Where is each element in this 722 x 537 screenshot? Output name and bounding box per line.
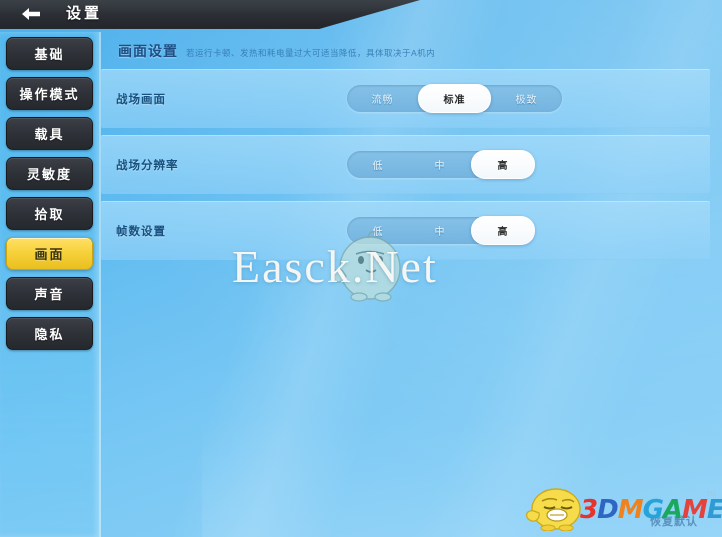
option-label: 中 — [434, 227, 446, 238]
sidebar-item-vehicle[interactable]: 载具 — [6, 117, 93, 150]
panel-header: 画面设置 若运行卡顿、发热和耗电量过大可适当降低，具体取决于A机内 — [118, 41, 716, 61]
option-smooth[interactable]: 流畅 — [347, 85, 418, 112]
option-label: 极致 — [515, 95, 538, 106]
logo-trademark: TM — [705, 491, 716, 498]
sidebar-item-sensitivity[interactable]: 灵敏度 — [6, 157, 93, 190]
option-label: 中 — [434, 161, 446, 172]
setting-label: 战场分辨率 — [116, 159, 179, 172]
option-standard[interactable]: 标准 — [418, 84, 491, 113]
sidebar-item-label: 基础 — [34, 47, 65, 62]
logo-letter: E — [706, 495, 722, 525]
logo-letter: D — [597, 495, 619, 525]
sidebar-item-sound[interactable]: 声音 — [6, 277, 93, 310]
logo-letter: G — [642, 495, 664, 525]
option-medium[interactable]: 中 — [409, 217, 471, 244]
segmented-control-battlefield-resolution: 低 中 高 — [347, 150, 535, 179]
sidebar-item-control-mode[interactable]: 操作模式 — [6, 77, 93, 110]
sidebar-item-label: 载具 — [34, 127, 65, 142]
setting-label: 帧数设置 — [116, 225, 166, 238]
sidebar: 基础 操作模式 载具 灵敏度 拾取 画面 声音 隐私 — [0, 32, 101, 537]
logo-letter: 3 — [580, 495, 598, 525]
setting-row-frame-rate: 帧数设置 低 中 高 — [101, 201, 710, 260]
sidebar-item-pickup[interactable]: 拾取 — [6, 197, 93, 230]
option-label: 低 — [372, 227, 384, 238]
site-logo: 3DMGAME TM — [522, 483, 722, 533]
option-label: 高 — [497, 161, 509, 172]
option-label: 流畅 — [371, 95, 394, 106]
sidebar-item-label: 隐私 — [34, 327, 65, 342]
segmented-control-frame-rate: 低 中 高 — [347, 216, 535, 245]
logo-letter: A — [662, 495, 683, 525]
sidebar-item-basic[interactable]: 基础 — [6, 37, 93, 70]
sidebar-item-label: 操作模式 — [19, 87, 80, 102]
main-content: 画面设置 若运行卡顿、发热和耗电量过大可适当降低，具体取决于A机内 战场画面 流… — [101, 32, 722, 537]
panel-title: 画面设置 — [118, 43, 178, 59]
site-logo-text: 3DMGAME — [580, 495, 722, 525]
segmented-control-battlefield-graphics: 流畅 标准 极致 — [347, 84, 562, 113]
option-label: 标准 — [443, 95, 466, 106]
option-medium[interactable]: 中 — [409, 151, 471, 178]
option-label: 低 — [372, 161, 384, 172]
bird-logo-icon — [524, 485, 586, 532]
option-low[interactable]: 低 — [347, 217, 409, 244]
sidebar-item-privacy[interactable]: 隐私 — [6, 317, 93, 350]
logo-letter: M — [682, 495, 708, 525]
sidebar-item-label: 画面 — [34, 247, 65, 262]
setting-row-battlefield-resolution: 战场分辨率 低 中 高 — [101, 135, 710, 194]
panel-description: 若运行卡顿、发热和耗电量过大可适当降低，具体取决于A机内 — [186, 48, 436, 58]
back-arrow-icon — [19, 6, 43, 22]
option-label: 高 — [497, 227, 509, 238]
page-title: 设置 — [66, 5, 103, 22]
logo-letter: M — [617, 495, 644, 525]
option-low[interactable]: 低 — [347, 151, 409, 178]
sidebar-item-label: 灵敏度 — [26, 167, 72, 182]
sidebar-item-label: 拾取 — [34, 207, 65, 222]
settings-screen: 设置 修改后需立即生效 基础 操作模式 载具 灵敏度 拾取 画面 声音 隐私 — [0, 0, 722, 537]
sidebar-item-label: 声音 — [34, 287, 65, 302]
top-bar-background — [0, 0, 420, 29]
option-ultra[interactable]: 极致 — [491, 85, 562, 112]
settings-rows: 战场画面 流畅 标准 极致 战场分辨率 低 中 高 帧数设置 低 中 高 — [101, 69, 722, 267]
option-high[interactable]: 高 — [471, 216, 535, 245]
sidebar-item-graphics[interactable]: 画面 — [6, 237, 93, 270]
top-bar: 设置 — [0, 0, 420, 29]
option-high[interactable]: 高 — [471, 150, 535, 179]
setting-label: 战场画面 — [116, 93, 166, 106]
back-button[interactable] — [10, 2, 52, 26]
setting-row-battlefield-graphics: 战场画面 流畅 标准 极致 — [101, 69, 710, 128]
